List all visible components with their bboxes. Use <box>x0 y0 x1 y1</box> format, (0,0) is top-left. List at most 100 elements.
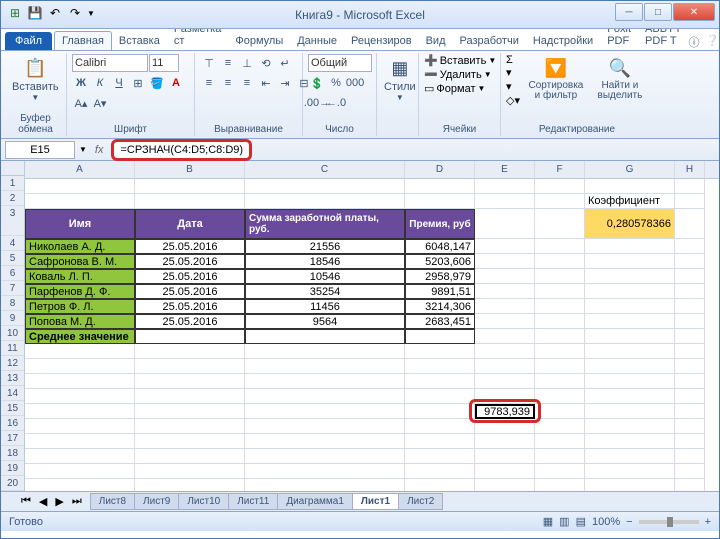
salary-cell[interactable]: 18546 <box>245 254 405 269</box>
cell[interactable] <box>585 434 675 449</box>
help-icon[interactable]: ❔ <box>706 34 720 50</box>
cell[interactable] <box>25 419 135 434</box>
minimize-ribbon-icon[interactable]: ⓘ <box>689 34 700 50</box>
sheet-tab[interactable]: Лист11 <box>228 493 278 510</box>
cell[interactable] <box>475 344 535 359</box>
bold-button[interactable]: Ж <box>72 74 90 92</box>
cell[interactable] <box>535 329 585 344</box>
cell[interactable] <box>585 239 675 254</box>
sheet-tab[interactable]: Лист10 <box>178 493 229 510</box>
minimize-button[interactable]: ─ <box>615 3 643 21</box>
cell[interactable] <box>675 434 705 449</box>
increase-font-button[interactable]: A▴ <box>72 94 90 112</box>
col-B[interactable]: B <box>135 161 245 178</box>
salary-cell[interactable]: 11456 <box>245 299 405 314</box>
cell[interactable] <box>245 389 405 404</box>
redo-icon[interactable]: ↷ <box>67 5 83 21</box>
tab-file[interactable]: Файл <box>5 32 52 50</box>
col-A[interactable]: A <box>25 161 135 178</box>
cell[interactable] <box>675 314 705 329</box>
cell[interactable] <box>535 299 585 314</box>
col-H[interactable]: H <box>675 161 705 178</box>
header-salary[interactable]: Сумма заработной платы, руб. <box>245 209 405 239</box>
cell[interactable] <box>675 449 705 464</box>
avg-bonus[interactable] <box>405 329 475 344</box>
cell[interactable] <box>535 344 585 359</box>
tab-view[interactable]: Вид <box>419 32 453 50</box>
cell[interactable] <box>585 389 675 404</box>
sort-filter-button[interactable]: 🔽Сортировка и фильтр <box>523 54 589 103</box>
clear-button[interactable]: ◇▾ <box>506 94 520 107</box>
avg-label[interactable]: Среднее значение <box>25 329 135 344</box>
cell[interactable] <box>405 389 475 404</box>
cell[interactable] <box>245 479 405 491</box>
bonus-cell[interactable]: 9891,51 <box>405 284 475 299</box>
decrease-decimal-button[interactable]: ←.0 <box>327 94 345 112</box>
cell[interactable] <box>475 179 535 194</box>
cell[interactable] <box>245 374 405 389</box>
tab-developer[interactable]: Разработчи <box>453 32 526 50</box>
cell[interactable] <box>25 404 135 419</box>
cell[interactable] <box>405 434 475 449</box>
cell[interactable] <box>585 269 675 284</box>
zoom-slider[interactable] <box>639 520 699 524</box>
namebox-dropdown-icon[interactable]: ▼ <box>79 145 87 154</box>
autosum-button[interactable]: Σ ▾ <box>506 54 520 79</box>
cell[interactable] <box>25 374 135 389</box>
align-center-button[interactable]: ≡ <box>219 74 237 92</box>
cell[interactable] <box>475 194 535 209</box>
cell[interactable] <box>405 419 475 434</box>
coef-value[interactable]: 0,280578366 <box>585 209 675 239</box>
select-all-corner[interactable] <box>1 161 25 176</box>
cell[interactable] <box>405 374 475 389</box>
align-bottom-button[interactable]: ⊥ <box>238 54 256 72</box>
cell[interactable] <box>675 374 705 389</box>
row-19[interactable]: 19 <box>1 461 24 476</box>
cell[interactable] <box>405 344 475 359</box>
col-G[interactable]: G <box>585 161 675 178</box>
header-bonus[interactable]: Премия, руб <box>405 209 475 239</box>
row-15[interactable]: 15 <box>1 401 24 416</box>
cell[interactable] <box>475 374 535 389</box>
cell[interactable] <box>245 194 405 209</box>
cell[interactable] <box>675 359 705 374</box>
formula-input[interactable]: =СРЗНАЧ(C4:D5;C8:D9) <box>111 139 252 161</box>
col-F[interactable]: F <box>535 161 585 178</box>
header-name[interactable]: Имя <box>25 209 135 239</box>
cell[interactable] <box>585 329 675 344</box>
view-layout-icon[interactable]: ▥ <box>559 515 569 528</box>
cell[interactable] <box>25 449 135 464</box>
salary-cell[interactable]: 21556 <box>245 239 405 254</box>
cell[interactable] <box>535 359 585 374</box>
cell[interactable] <box>475 329 535 344</box>
bonus-cell[interactable]: 5203,606 <box>405 254 475 269</box>
coef-label[interactable]: Коэффициент <box>585 194 675 209</box>
cell[interactable] <box>535 209 585 239</box>
cell[interactable] <box>675 344 705 359</box>
cell[interactable] <box>535 314 585 329</box>
cell[interactable] <box>475 269 535 284</box>
name-cell[interactable]: Коваль Л. П. <box>25 269 135 284</box>
col-E[interactable]: E <box>475 161 535 178</box>
grid[interactable]: 1234567891011121314151617181920 A B C D … <box>1 161 719 491</box>
cell[interactable] <box>535 404 585 419</box>
cell[interactable] <box>245 464 405 479</box>
row-11[interactable]: 11 <box>1 341 24 356</box>
sheet-tab-active[interactable]: Лист1 <box>352 493 399 510</box>
salary-cell[interactable]: 9564 <box>245 314 405 329</box>
comma-button[interactable]: 000 <box>346 74 364 92</box>
cell[interactable] <box>535 179 585 194</box>
cell[interactable] <box>135 464 245 479</box>
header-date[interactable]: Дата <box>135 209 245 239</box>
cell[interactable] <box>25 464 135 479</box>
increase-indent-button[interactable]: ⇥ <box>276 74 294 92</box>
cell[interactable] <box>675 269 705 284</box>
cell[interactable] <box>475 254 535 269</box>
view-normal-icon[interactable]: ▦ <box>543 515 553 528</box>
row-8[interactable]: 8 <box>1 296 24 311</box>
wrap-text-button[interactable]: ↵ <box>276 54 294 72</box>
cell[interactable] <box>25 434 135 449</box>
avg-salary[interactable] <box>245 329 405 344</box>
fx-button[interactable]: fx <box>91 144 108 156</box>
cell[interactable] <box>585 404 675 419</box>
